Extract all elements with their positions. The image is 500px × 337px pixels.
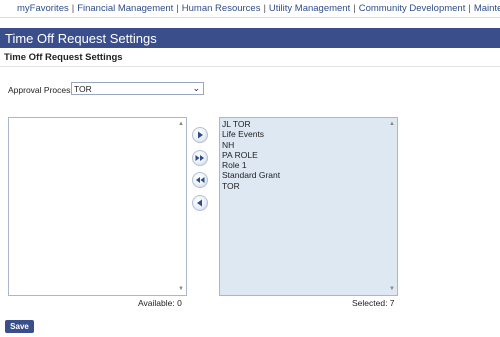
- double-arrow-left-icon: [196, 177, 205, 183]
- selected-list-items: JL TOR Life Events NH PA ROLE Role 1 Standard…: [222, 119, 280, 191]
- approval-process-label: Approval Process: [8, 85, 75, 95]
- scroll-up-icon[interactable]: ▲: [389, 121, 395, 127]
- nav-link-myfavorites[interactable]: myFavorites: [17, 3, 69, 14]
- list-item[interactable]: Standard Grant: [222, 170, 280, 180]
- list-item[interactable]: TOR: [222, 181, 280, 191]
- move-selected-right-button[interactable]: [192, 127, 208, 143]
- list-item[interactable]: PA ROLE: [222, 150, 280, 160]
- scroll-down-icon[interactable]: ▼: [389, 286, 395, 292]
- approval-process-value: TOR: [74, 84, 92, 94]
- list-item[interactable]: Role 1: [222, 160, 280, 170]
- move-all-right-button[interactable]: [192, 150, 208, 166]
- page-title-bar: Time Off Request Settings: [0, 28, 500, 48]
- selected-list-scrollbar[interactable]: ▲ ▼: [388, 118, 397, 295]
- nav-separator: |: [353, 3, 356, 14]
- section-heading: Time Off Request Settings: [4, 52, 123, 63]
- nav-link-utility-management[interactable]: Utility Management: [269, 3, 350, 14]
- save-button[interactable]: Save: [5, 320, 34, 333]
- double-arrow-right-icon: [195, 155, 204, 161]
- selected-list[interactable]: JL TOR Life Events NH PA ROLE Role 1 Standard…: [219, 117, 398, 296]
- list-item[interactable]: NH: [222, 140, 280, 150]
- chevron-down-icon: ⌄: [192, 83, 200, 93]
- approval-process-select[interactable]: TOR ⌄: [71, 82, 204, 95]
- nav-link-human-resources[interactable]: Human Resources: [182, 3, 261, 14]
- nav-link-financial-management[interactable]: Financial Management: [77, 3, 173, 14]
- nav-separator: |: [176, 3, 179, 14]
- available-list[interactable]: ▲ ▼: [8, 117, 187, 296]
- arrow-left-icon: [197, 199, 202, 207]
- available-list-scrollbar[interactable]: ▲ ▼: [177, 118, 186, 295]
- nav-link-community-development[interactable]: Community Development: [359, 3, 466, 14]
- page-title: Time Off Request Settings: [5, 31, 157, 46]
- move-all-left-button[interactable]: [192, 172, 208, 188]
- list-item[interactable]: Life Events: [222, 129, 280, 139]
- nav-link-maintenance[interactable]: Maintenance: [474, 3, 500, 14]
- nav-separator: |: [468, 3, 471, 14]
- list-item[interactable]: JL TOR: [222, 119, 280, 129]
- available-count: Available: 0: [138, 298, 182, 308]
- move-selected-left-button[interactable]: [192, 195, 208, 211]
- selected-count: Selected: 7: [352, 298, 395, 308]
- scroll-up-icon[interactable]: ▲: [178, 121, 184, 127]
- nav-separator: |: [263, 3, 266, 14]
- arrow-right-icon: [198, 131, 203, 139]
- top-navigation: myFavorites | Financial Management | Human R…: [0, 0, 500, 18]
- nav-separator: |: [71, 3, 75, 14]
- scroll-down-icon[interactable]: ▼: [178, 286, 184, 292]
- section-divider: [0, 66, 500, 67]
